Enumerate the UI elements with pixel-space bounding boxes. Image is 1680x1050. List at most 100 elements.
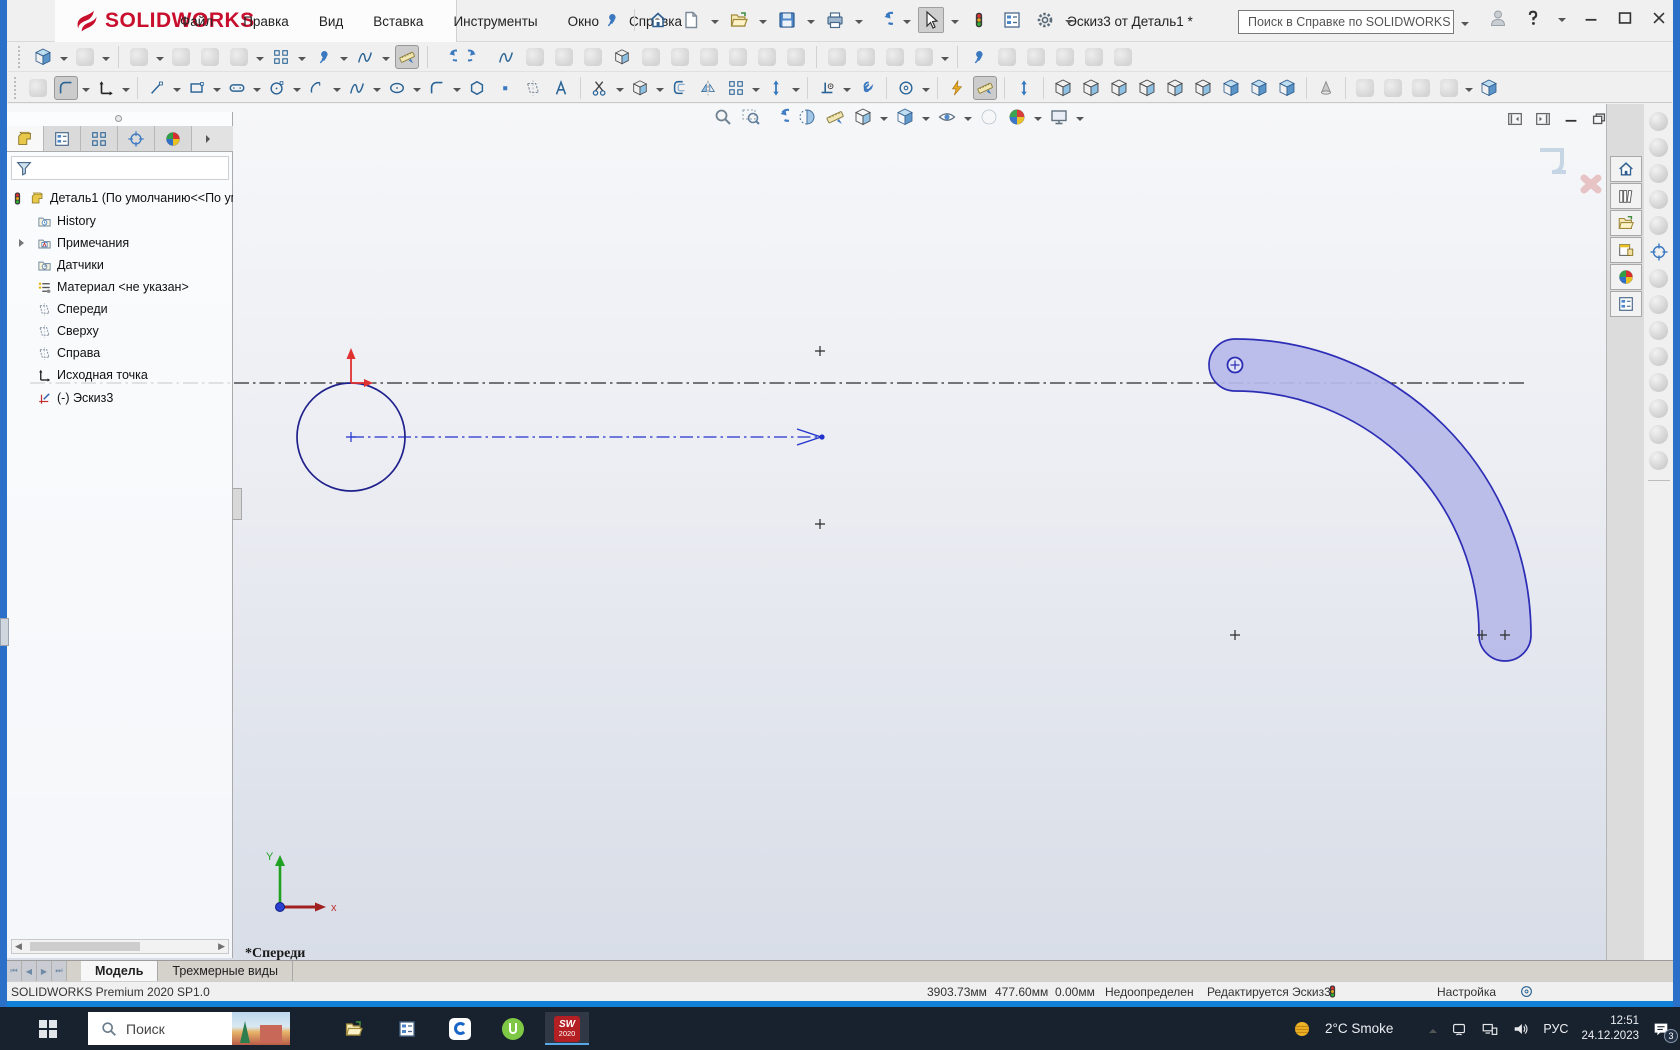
curves-button[interactable] xyxy=(353,45,377,69)
revolve-boss-button[interactable] xyxy=(73,45,97,69)
mirror-feature-button[interactable] xyxy=(697,45,721,69)
settings-quick-label[interactable]: Настройка xyxy=(1437,985,1496,999)
propertymanager-tab[interactable] xyxy=(44,126,81,151)
task-pane-appearances-tab[interactable] xyxy=(1610,264,1642,290)
zoom-to-fit-button[interactable] xyxy=(712,106,734,128)
move-body-button[interactable] xyxy=(883,45,907,69)
select-tool-button[interactable] xyxy=(918,7,944,33)
dock-left-icon[interactable] xyxy=(1506,110,1524,128)
evaluate-button[interactable] xyxy=(1437,76,1461,100)
tool-ball-11-icon[interactable] xyxy=(1649,399,1668,418)
display-relations-button[interactable] xyxy=(815,76,839,100)
solidworks-taskbar-icon[interactable]: SW 2020 xyxy=(545,1012,589,1045)
task-pane-file-explorer-tab[interactable] xyxy=(1610,210,1642,236)
task-pane-home-tab[interactable] xyxy=(1610,156,1642,182)
tool-ball-12-icon[interactable] xyxy=(1649,425,1668,444)
sketch-fillet-button[interactable] xyxy=(425,76,449,100)
tab-scroll-next[interactable]: ▶ xyxy=(37,961,52,981)
language-indicator[interactable]: РУС xyxy=(1543,1022,1568,1036)
network-tray-icon[interactable] xyxy=(1481,1020,1499,1038)
three-d-views-tab[interactable]: Трехмерные виды xyxy=(158,961,293,981)
tree-item-right-plane[interactable]: Справа xyxy=(7,343,233,363)
modify-sketch-button[interactable] xyxy=(1012,76,1036,100)
sweep-icon[interactable] xyxy=(494,45,518,69)
minimize-icon[interactable] xyxy=(1582,9,1600,27)
office-app-taskbar-icon[interactable] xyxy=(385,1012,429,1045)
tab-scroll-prev[interactable]: ◀ xyxy=(22,961,37,981)
tree-filter-box[interactable] xyxy=(11,156,229,180)
axis-button[interactable] xyxy=(995,45,1019,69)
wrap-button[interactable] xyxy=(639,45,663,69)
weather-text[interactable]: 2°C Smoke xyxy=(1325,1021,1393,1036)
sheet-metal-button[interactable] xyxy=(1353,76,1377,100)
combine-button[interactable] xyxy=(825,45,849,69)
tab-scroll-first[interactable]: ⏮ xyxy=(7,961,22,981)
apply-scene-button[interactable] xyxy=(1006,106,1028,128)
tree-item-origin[interactable]: Исходная точка xyxy=(7,365,233,385)
swept-boss-button[interactable] xyxy=(127,45,151,69)
centerline-endpoint[interactable] xyxy=(819,434,824,439)
plane-feature-button[interactable] xyxy=(610,45,634,69)
reference-plane-button[interactable] xyxy=(966,45,990,69)
rib-button[interactable] xyxy=(581,45,605,69)
arc-tool-button[interactable] xyxy=(305,76,329,100)
cone-tool-button[interactable] xyxy=(1314,76,1338,100)
dropdown-caret[interactable] xyxy=(964,117,972,125)
dropdown-caret[interactable] xyxy=(1034,117,1042,125)
attach-cube-button[interactable] xyxy=(1477,76,1501,100)
convert-entities-button[interactable] xyxy=(628,76,652,100)
menu-edit[interactable]: Правка xyxy=(241,10,291,33)
grid-system-button[interactable] xyxy=(26,76,50,100)
print-button[interactable] xyxy=(822,7,848,33)
polygon-tool-button[interactable] xyxy=(465,76,489,100)
view-cube-2[interactable] xyxy=(1079,76,1103,100)
dropdown-caret[interactable] xyxy=(1076,117,1084,125)
display-style-button[interactable] xyxy=(894,106,916,128)
dropdown-caret[interactable] xyxy=(880,117,888,125)
thread-button[interactable] xyxy=(784,45,808,69)
tree-item-annotations[interactable]: Примечания xyxy=(7,233,233,253)
intersect-button[interactable] xyxy=(668,45,692,69)
search-scope-caret[interactable] xyxy=(1461,22,1469,30)
new-document-button[interactable] xyxy=(678,7,704,33)
windows-start-button[interactable] xyxy=(30,1016,66,1042)
scroll-left-arrow[interactable]: ◀ xyxy=(12,941,25,952)
pin-menu-icon[interactable] xyxy=(598,7,624,33)
home-button[interactable] xyxy=(645,7,671,33)
tool-ball-6-icon[interactable] xyxy=(1649,269,1668,288)
doc-minimize-icon[interactable] xyxy=(1562,110,1580,128)
slot-tool-button[interactable] xyxy=(225,76,249,100)
toolbar-grip[interactable] xyxy=(18,46,22,68)
file-explorer-taskbar-icon[interactable] xyxy=(332,1012,376,1045)
dropdown-caret[interactable] xyxy=(922,117,930,125)
tool-ball-1-icon[interactable] xyxy=(1649,112,1668,131)
slot-cap-center-marker[interactable] xyxy=(1228,358,1243,373)
browser-taskbar-icon[interactable] xyxy=(438,1012,482,1045)
view-cube-4[interactable] xyxy=(1135,76,1159,100)
weather-sun-icon[interactable] xyxy=(1292,1019,1312,1039)
ellipse-tool-button[interactable] xyxy=(385,76,409,100)
dimxpertmanager-tab[interactable] xyxy=(118,126,155,151)
notification-center-icon[interactable]: 3 xyxy=(1652,1020,1672,1038)
extrude-boss-button[interactable] xyxy=(31,45,55,69)
tree-horizontal-scrollbar[interactable]: ◀ ▶ xyxy=(11,939,229,954)
taskbar-clock[interactable]: 12:51 24.12.2023 xyxy=(1581,1014,1639,1044)
tree-item-part-root[interactable]: Деталь1 (По умолчанию<<По умолча xyxy=(7,188,233,208)
fillet-feature-button[interactable] xyxy=(436,45,460,69)
text-tool-button[interactable] xyxy=(549,76,573,100)
linear-pattern-button[interactable] xyxy=(724,76,748,100)
expand-arrow-icon[interactable] xyxy=(19,239,28,247)
circle-tool-button[interactable] xyxy=(265,76,289,100)
extrude-cut-button[interactable] xyxy=(227,45,251,69)
help-search-box[interactable]: Поиск в Справке по SOLIDWORKS xyxy=(1238,10,1454,34)
menu-window[interactable]: Окно xyxy=(566,10,601,33)
split-button[interactable] xyxy=(854,45,878,69)
menu-view[interactable]: Вид xyxy=(317,10,345,33)
maximize-icon[interactable] xyxy=(1616,9,1634,27)
exit-sketch-corner-icon[interactable] xyxy=(1540,150,1566,172)
point-tool-button[interactable] xyxy=(493,76,517,100)
boundary-boss-button[interactable] xyxy=(198,45,222,69)
tool-ball-2-icon[interactable] xyxy=(1649,138,1668,157)
undo-button[interactable] xyxy=(870,7,896,33)
spline-tool-button[interactable] xyxy=(345,76,369,100)
